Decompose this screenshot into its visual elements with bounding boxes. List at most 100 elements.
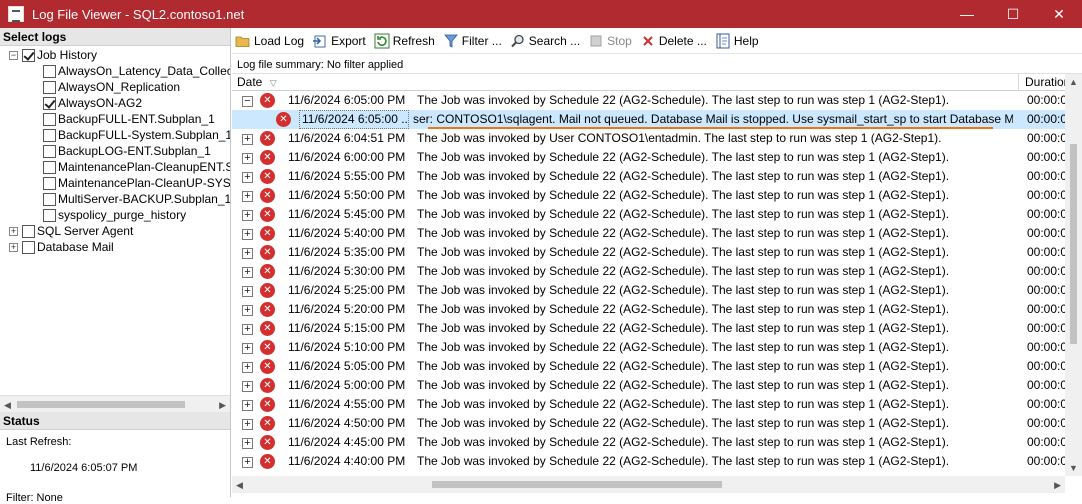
delete-button[interactable]: Delete ... — [637, 30, 712, 52]
tree-item-label: MaintenancePlan-CleanUP-SYSTEM — [58, 176, 230, 190]
log-entry-row[interactable]: + ✕ 11/6/2024 5:20:00 PM The Job was invoke… — [232, 300, 1065, 319]
column-separator[interactable] — [1018, 74, 1019, 91]
tree-item-checkbox[interactable] — [43, 64, 56, 78]
collapse-icon[interactable]: − — [242, 96, 253, 107]
log-entry-row[interactable]: + ✕ 11/6/2024 4:50:00 PM The Job was invoke… — [232, 414, 1065, 433]
refresh-button[interactable]: Refresh — [371, 30, 440, 52]
tree-horizontal-scrollbar[interactable]: ◀ ▶ — [0, 395, 230, 412]
error-icon: ✕ — [260, 245, 275, 260]
tree-item[interactable]: MaintenancePlan-CleanUP-SYSTEM — [0, 175, 230, 191]
maximize-button[interactable]: ☐ — [990, 0, 1036, 28]
log-entry-row[interactable]: + ✕ 11/6/2024 4:55:00 PM The Job was invoke… — [232, 395, 1065, 414]
expand-icon[interactable]: + — [9, 242, 18, 252]
log-entry-row[interactable]: + ✕ 11/6/2024 6:00:00 PM The Job was invoke… — [232, 148, 1065, 167]
row-message: The Job was invoked by Schedule 22 (AG2-… — [417, 397, 950, 411]
tree-item-checkbox[interactable] — [22, 48, 35, 62]
tree-item-checkbox[interactable] — [22, 240, 35, 254]
tree-item[interactable]: AlwaysOn_Latency_Data_Collection — [0, 63, 230, 79]
status-panel: Last Refresh: 11/6/2024 6:05:07 PM Filte… — [0, 430, 230, 504]
expand-icon[interactable]: + — [242, 134, 253, 145]
log-entry-row[interactable]: + ✕ 11/6/2024 5:00:00 PM The Job was invoke… — [232, 376, 1065, 395]
scroll-right-arrow-icon[interactable]: ▶ — [219, 400, 226, 411]
log-entry-expanded[interactable]: − ✕ 11/6/2024 6:05:00 PM The Job was inv… — [232, 91, 1065, 110]
tree-item[interactable]: BackupFULL-ENT.Subplan_1 — [0, 111, 230, 127]
filter-button[interactable]: Filter ... — [440, 30, 507, 52]
expand-icon[interactable]: + — [242, 305, 253, 316]
tree-item[interactable]: AlwaysON_Replication — [0, 79, 230, 95]
tree-item[interactable]: syspolicy_purge_history — [0, 207, 230, 223]
expand-icon[interactable]: + — [242, 153, 253, 164]
row-date: 11/6/2024 5:15:00 PM — [288, 321, 406, 335]
collapse-icon[interactable]: − — [9, 50, 18, 60]
tree-item[interactable]: BackupFULL-System.Subplan_1 — [0, 127, 230, 143]
log-entry-row[interactable]: + ✕ 11/6/2024 5:50:00 PM The Job was invoke… — [232, 186, 1065, 205]
column-date-label: Date — [237, 75, 263, 89]
expand-icon[interactable]: + — [242, 381, 253, 392]
log-entry-row[interactable]: + ✕ 11/6/2024 5:05:00 PM The Job was invoke… — [232, 357, 1065, 376]
tree-item[interactable]: AlwaysON-AG2 — [0, 95, 230, 111]
log-entry-row[interactable]: + ✕ 11/6/2024 5:45:00 PM The Job was invoke… — [232, 205, 1065, 224]
tree-item-checkbox[interactable] — [43, 192, 56, 206]
expand-icon[interactable]: + — [242, 324, 253, 335]
log-entry-row[interactable]: + ✕ 11/6/2024 4:45:00 PM The Job was invoke… — [232, 433, 1065, 452]
expand-icon[interactable]: + — [242, 286, 253, 297]
tree-item-checkbox[interactable] — [43, 144, 56, 158]
expand-icon[interactable]: + — [242, 343, 253, 354]
tree-item[interactable]: + SQL Server Agent — [0, 223, 230, 239]
tree-item-checkbox[interactable] — [43, 128, 56, 142]
expand-icon[interactable]: + — [9, 226, 18, 236]
expand-icon[interactable]: + — [242, 267, 253, 278]
expand-icon[interactable]: + — [242, 438, 253, 449]
export-button[interactable]: Export — [309, 30, 371, 52]
scroll-left-arrow-icon[interactable]: ◀ — [4, 400, 11, 411]
tree-item-checkbox[interactable] — [22, 224, 35, 238]
load-log-button[interactable]: Load Log — [232, 30, 309, 52]
column-filter-icon[interactable]: ▽ — [270, 78, 277, 88]
expand-icon[interactable]: + — [242, 229, 253, 240]
tree-item[interactable]: MaintenancePlan-CleanupENT.Subp — [0, 159, 230, 175]
expand-icon[interactable]: + — [242, 362, 253, 373]
expand-icon[interactable]: + — [242, 419, 253, 430]
column-duration[interactable]: Duration — [1020, 74, 1065, 91]
log-entry-row[interactable]: + ✕ 11/6/2024 5:10:00 PM The Job was invoke… — [232, 338, 1065, 357]
expand-icon[interactable]: + — [242, 191, 253, 202]
log-entry-row[interactable]: + ✕ 11/6/2024 5:25:00 PM The Job was invoke… — [232, 281, 1065, 300]
tree-item-checkbox[interactable] — [43, 80, 56, 94]
tree-item-checkbox[interactable] — [43, 208, 56, 222]
log-entry-row[interactable]: + ✕ 11/6/2024 5:15:00 PM The Job was invoke… — [232, 319, 1065, 338]
expand-icon[interactable]: + — [242, 172, 253, 183]
tree-item[interactable]: + Database Mail — [0, 239, 230, 255]
scroll-thumb[interactable] — [432, 481, 722, 488]
scroll-right-arrow-icon[interactable]: ▶ — [1054, 480, 1061, 491]
expand-icon[interactable]: + — [242, 457, 253, 468]
minimize-button[interactable]: — — [944, 0, 990, 28]
grid-horizontal-scrollbar[interactable]: ◀ ▶ — [232, 476, 1065, 493]
tree-item[interactable]: MultiServer-BACKUP.Subplan_1 (Mu — [0, 191, 230, 207]
stop-button[interactable]: Stop — [585, 30, 637, 52]
scroll-up-arrow-icon[interactable]: ▲ — [1069, 77, 1078, 87]
tree-item-checkbox[interactable] — [43, 112, 56, 126]
expand-icon[interactable]: + — [242, 248, 253, 259]
search-button[interactable]: Search ... — [507, 30, 585, 52]
expand-icon[interactable]: + — [242, 210, 253, 221]
grid-vertical-scrollbar[interactable]: ▲ ▼ — [1065, 74, 1082, 476]
expand-icon[interactable]: + — [242, 400, 253, 411]
scroll-down-arrow-icon[interactable]: ▼ — [1069, 463, 1078, 473]
tree-item[interactable]: BackupLOG-ENT.Subplan_1 — [0, 143, 230, 159]
scroll-thumb[interactable] — [17, 401, 185, 408]
log-entry-row[interactable]: + ✕ 11/6/2024 5:40:00 PM The Job was invoke… — [232, 224, 1065, 243]
tree-item[interactable]: − Job History — [0, 47, 230, 63]
log-entry-row[interactable]: + ✕ 11/6/2024 5:30:00 PM The Job was invoke… — [232, 262, 1065, 281]
tree-item-checkbox[interactable] — [43, 160, 56, 174]
column-date[interactable]: Date ▽ — [232, 74, 277, 91]
tree-item-checkbox[interactable] — [43, 96, 56, 110]
log-entry-row[interactable]: + ✕ 11/6/2024 5:55:00 PM The Job was invoke… — [232, 167, 1065, 186]
log-entry-row[interactable]: + ✕ 11/6/2024 5:35:00 PM The Job was invoke… — [232, 243, 1065, 262]
help-button[interactable]: Help — [712, 30, 764, 52]
scroll-left-arrow-icon[interactable]: ◀ — [236, 480, 243, 491]
log-entry-row[interactable]: + ✕ 11/6/2024 4:40:00 PM The Job was invoke… — [232, 452, 1065, 471]
close-button[interactable]: ✕ — [1036, 0, 1082, 28]
log-entry-row[interactable]: + ✕ 11/6/2024 6:04:51 PM The Job was invoke… — [232, 129, 1065, 148]
tree-item-checkbox[interactable] — [43, 176, 56, 190]
scroll-thumb[interactable] — [1070, 144, 1077, 344]
